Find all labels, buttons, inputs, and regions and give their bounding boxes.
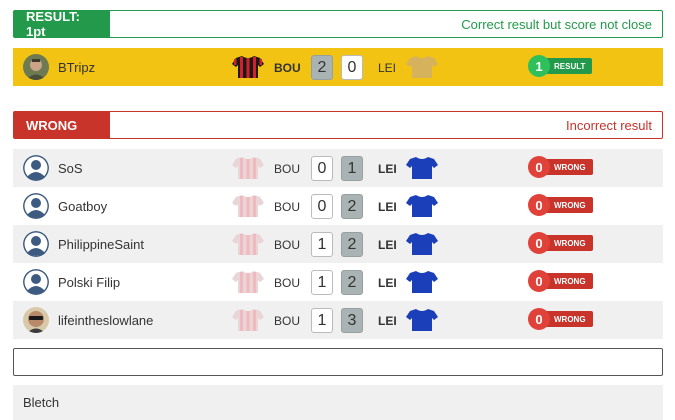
prediction-row-philippinesaint: PhilippineSaint BOU 1 2 LEI 0 WRONG (13, 225, 663, 263)
away-score: 2 (341, 270, 363, 295)
away-team: LEI (378, 200, 397, 214)
wrong-description: Incorrect result (566, 117, 652, 133)
points-badge: 0 WRONG (528, 232, 593, 254)
home-team: BOU (274, 276, 301, 290)
home-team: BOU (274, 238, 301, 252)
bou-shirt-icon (232, 55, 264, 79)
username[interactable]: Bletch (23, 395, 59, 410)
bou-shirt-icon (232, 156, 264, 180)
points-value: 0 (528, 232, 550, 254)
username[interactable]: Goatboy (58, 199, 107, 214)
away-team: LEI (378, 162, 397, 176)
home-score: 1 (311, 308, 333, 333)
lei-shirt-icon (406, 308, 438, 332)
prediction-row-polski-filip: Polski Filip BOU 1 2 LEI 0 WRONG (13, 263, 663, 301)
prediction-row-lifeintheslowlane: lifeintheslowlane BOU 1 3 LEI 0 WRONG (13, 301, 663, 339)
username[interactable]: PhilippineSaint (58, 237, 144, 252)
prediction-row-sos: SoS BOU 0 1 LEI 0 WRONG (13, 149, 663, 187)
user-avatar-photo[interactable] (23, 54, 49, 80)
points-value: 1 (528, 55, 550, 77)
home-team: BOU (274, 162, 301, 176)
home-score: 1 (311, 232, 333, 257)
username[interactable]: SoS (58, 161, 83, 176)
home-team: BOU (274, 61, 301, 75)
home-score: 0 (311, 156, 333, 181)
prediction-row-bletch: Bletch (13, 385, 663, 420)
result-description: Correct result but score not close (461, 16, 652, 32)
lei-shirt-icon (406, 55, 438, 79)
bou-shirt-icon (232, 270, 264, 294)
home-score: 0 (311, 194, 333, 219)
prediction-row-btripz: BTripz BOU 2 0 LEI 1 RESULT (13, 48, 663, 86)
wrong-section-header: WRONG Incorrect result (13, 111, 663, 139)
username[interactable]: BTripz (58, 60, 95, 75)
lei-shirt-icon (406, 270, 438, 294)
prediction-row-goatboy: Goatboy BOU 0 2 LEI 0 WRONG (13, 187, 663, 225)
username[interactable]: lifeintheslowlane (58, 313, 153, 328)
away-team: LEI (378, 238, 397, 252)
username[interactable]: Polski Filip (58, 275, 120, 290)
points-value: 0 (528, 308, 550, 330)
empty-section-header (13, 348, 663, 376)
points-value: 0 (528, 194, 550, 216)
points-badge: 0 WRONG (528, 270, 593, 292)
bou-shirt-icon (232, 232, 264, 256)
lei-shirt-icon (406, 232, 438, 256)
away-score: 0 (341, 55, 363, 80)
points-badge: 0 WRONG (528, 194, 593, 216)
user-silhouette-icon[interactable] (23, 193, 49, 219)
away-score: 2 (341, 194, 363, 219)
away-team: LEI (378, 276, 397, 290)
result-section-header: RESULT: 1pt Correct result but score not… (13, 9, 663, 39)
home-score: 2 (311, 55, 333, 80)
lei-shirt-icon (406, 194, 438, 218)
away-score: 1 (341, 156, 363, 181)
wrong-tag: WRONG (14, 112, 110, 138)
away-score: 2 (341, 232, 363, 257)
home-score: 1 (311, 270, 333, 295)
away-team: LEI (378, 61, 397, 75)
points-badge: 0 WRONG (528, 308, 593, 330)
points-value: 0 (528, 270, 550, 292)
points-badge: 1 RESULT (528, 55, 593, 77)
user-avatar-photo[interactable] (23, 307, 49, 333)
lei-shirt-icon (406, 156, 438, 180)
home-team: BOU (274, 200, 301, 214)
bou-shirt-icon (232, 194, 264, 218)
points-badge: 0 WRONG (528, 156, 593, 178)
bou-shirt-icon (232, 308, 264, 332)
user-silhouette-icon[interactable] (23, 269, 49, 295)
user-silhouette-icon[interactable] (23, 231, 49, 257)
home-team: BOU (274, 314, 301, 328)
away-team: LEI (378, 314, 397, 328)
away-score: 3 (341, 308, 363, 333)
points-value: 0 (528, 156, 550, 178)
result-tag: RESULT: 1pt (14, 9, 110, 39)
user-silhouette-icon[interactable] (23, 155, 49, 181)
